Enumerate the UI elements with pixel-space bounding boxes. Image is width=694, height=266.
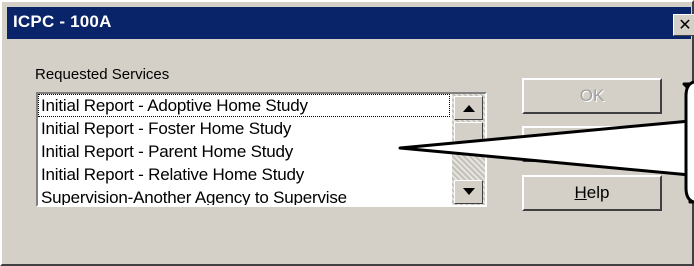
callout-pointer (398, 82, 694, 204)
callout-body-edge (684, 80, 694, 204)
callout-balloon (398, 80, 694, 204)
